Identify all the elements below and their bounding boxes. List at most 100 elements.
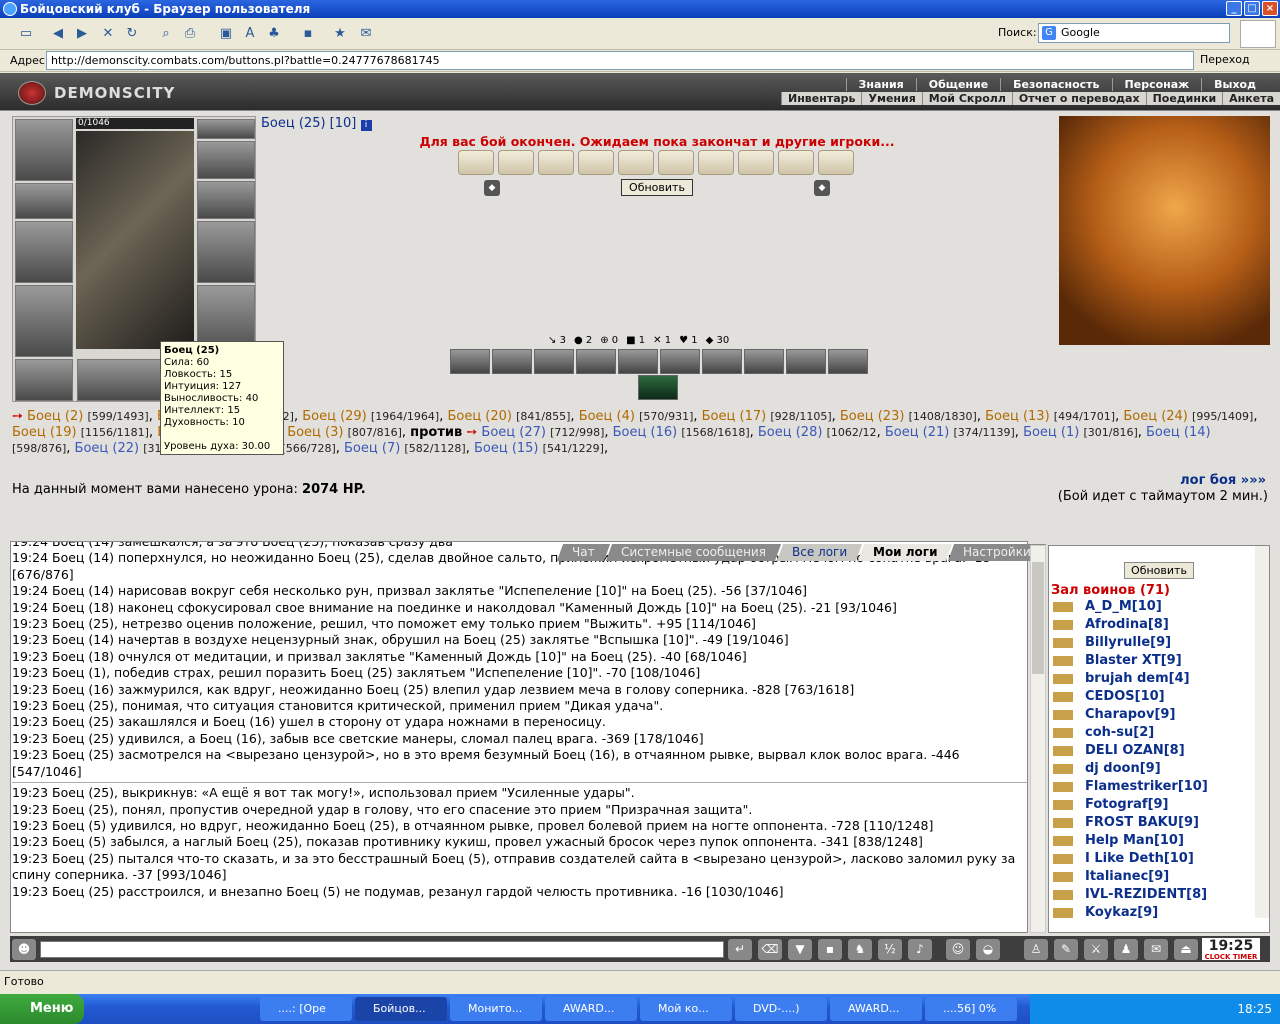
user-item[interactable]: CEDOS[10]	[1049, 688, 1269, 706]
user-item[interactable]: Flamestriker[10]	[1049, 778, 1269, 796]
user-item[interactable]: IVL-REZIDENT[8]	[1049, 886, 1269, 904]
fighter-name[interactable]: Боец (27)	[481, 425, 546, 440]
nav-item[interactable]: Общение	[915, 78, 1000, 91]
save-icon[interactable]: ▪	[298, 24, 318, 44]
skill-button[interactable]	[618, 349, 658, 374]
fighter-name[interactable]: Боец (20)	[447, 409, 512, 424]
user-item[interactable]: Billyrulle[9]	[1049, 634, 1269, 652]
fighter-name[interactable]: Боец (13)	[985, 409, 1050, 424]
group-icon[interactable]: ♟	[1114, 939, 1138, 960]
fighter-name[interactable]: Боец (24)	[1123, 409, 1188, 424]
warrior-icon[interactable]: ⚔	[1084, 939, 1108, 960]
refresh-icon[interactable]: ↻	[122, 24, 142, 44]
user-item[interactable]: A_D_M[10]	[1049, 598, 1269, 616]
scroll-slot[interactable]	[698, 150, 734, 175]
scroll-slot[interactable]	[778, 150, 814, 175]
scroll-slot[interactable]	[618, 150, 654, 175]
nav-item[interactable]: Персонаж	[1111, 78, 1202, 91]
user-item[interactable]: I Like Deth[10]	[1049, 850, 1269, 868]
skill-button[interactable]	[744, 349, 784, 374]
scroll-slot[interactable]	[658, 150, 694, 175]
minimize-button[interactable]: _	[1226, 1, 1242, 16]
scroll-slot[interactable]	[578, 150, 614, 175]
user-item[interactable]: coh-su[2]	[1049, 724, 1269, 742]
close-button[interactable]: ×	[1262, 1, 1278, 16]
fighter-name[interactable]: Боец (21)	[885, 425, 950, 440]
nav-item[interactable]: Выход	[1201, 78, 1268, 91]
scroll-slot[interactable]	[538, 150, 574, 175]
run-icon[interactable]: ♞	[848, 939, 872, 960]
user-item[interactable]: dj doon[9]	[1049, 760, 1269, 778]
belt-slot[interactable]	[15, 359, 73, 401]
earring-slot[interactable]	[197, 119, 255, 139]
skill-button[interactable]	[828, 349, 868, 374]
address-input[interactable]: http://demonscity.combats.com/buttons.pl…	[46, 51, 1194, 70]
image-icon[interactable]: ▣	[216, 24, 236, 44]
user-item[interactable]: brujah dem[4]	[1049, 670, 1269, 688]
fighter-name[interactable]: Боец (23)	[840, 409, 905, 424]
info-icon[interactable]: i	[360, 120, 372, 131]
clear-icon[interactable]: ⌫	[758, 939, 782, 960]
fighter-name[interactable]: Боец (19)	[12, 425, 77, 440]
fighter-name[interactable]: Боец (2)	[27, 409, 83, 424]
star-icon[interactable]: ★	[330, 24, 350, 44]
user-item[interactable]: DELI OZAN[8]	[1049, 742, 1269, 760]
scroll-thumb[interactable]	[1032, 562, 1044, 674]
subnav-item[interactable]: Мой Скролл	[921, 92, 1012, 105]
font-icon[interactable]: A	[240, 24, 260, 44]
subnav-item[interactable]: Инвентарь	[781, 92, 861, 105]
skill-button[interactable]	[492, 349, 532, 374]
task-button[interactable]: Мой ко...	[640, 997, 732, 1021]
search-engine-select[interactable]: G Google	[1038, 23, 1230, 43]
task-button[interactable]: DVD-....)	[735, 997, 827, 1021]
scroll-slot[interactable]	[818, 150, 854, 175]
smile-icon[interactable]: ☻	[12, 939, 36, 960]
user-item[interactable]: Blaster XT[9]	[1049, 652, 1269, 670]
fighter-name[interactable]: Боец (4)	[579, 409, 635, 424]
search-icon[interactable]: ⌕	[156, 24, 176, 44]
skill-button[interactable]	[450, 349, 490, 374]
bottle-icon[interactable]: ♙	[1024, 939, 1048, 960]
fighter-name[interactable]: Боец (17)	[702, 409, 767, 424]
skill-button[interactable]	[660, 349, 700, 374]
scroll-icon[interactable]: ✎	[1054, 939, 1078, 960]
print-icon[interactable]: ⎙	[180, 24, 200, 44]
exit-icon[interactable]: ⏏	[1174, 939, 1198, 960]
start-button[interactable]: Меню	[0, 994, 84, 1024]
fighter-name[interactable]: Боец (3)	[287, 425, 343, 440]
nav-item[interactable]: Безопасность	[1000, 78, 1111, 91]
maximize-button[interactable]: □	[1244, 1, 1260, 16]
active-skill-button[interactable]	[638, 375, 678, 400]
subnav-item[interactable]: Анкета	[1222, 92, 1280, 105]
mail-icon[interactable]: ✉	[356, 24, 376, 44]
task-button[interactable]: AWARD...	[830, 997, 922, 1021]
fighter-name[interactable]: Боец (29)	[302, 409, 367, 424]
emoticon-icon[interactable]: ☺	[946, 939, 970, 960]
scroll-slot[interactable]	[458, 150, 494, 175]
subnav-item[interactable]: Отчет о переводах	[1011, 92, 1146, 105]
subnav-item[interactable]: Умения	[861, 92, 921, 105]
back-icon[interactable]: ◀	[48, 24, 68, 44]
nav-item[interactable]: Знания	[845, 78, 916, 91]
translate-icon[interactable]: ½	[878, 939, 902, 960]
offhand-slot[interactable]	[197, 221, 255, 283]
save-chat-icon[interactable]: ▪	[818, 939, 842, 960]
refresh-battle-button[interactable]: Обновить	[621, 179, 693, 196]
gloves-slot[interactable]	[197, 181, 255, 219]
task-button[interactable]: Монито...	[450, 997, 542, 1021]
skill-button[interactable]	[702, 349, 742, 374]
tree-icon[interactable]: ♣	[264, 24, 284, 44]
user-item[interactable]: Charapov[9]	[1049, 706, 1269, 724]
battle-log-link[interactable]: лог боя »»»	[1180, 473, 1266, 488]
enter-icon[interactable]: ↵	[728, 939, 752, 960]
message-icon[interactable]: ✉	[1144, 939, 1168, 960]
refresh-list-button[interactable]: Обновить	[1124, 562, 1194, 579]
skill-button[interactable]	[786, 349, 826, 374]
go-button[interactable]: Переход	[1200, 53, 1250, 66]
forward-icon[interactable]: ▶	[72, 24, 92, 44]
fighter-name[interactable]: Боец (15)	[474, 441, 539, 456]
stop-icon[interactable]: ✕	[98, 24, 118, 44]
helmet-slot[interactable]	[15, 119, 73, 181]
fighter-name[interactable]: Боец (22)	[75, 441, 140, 456]
chat-tab[interactable]: Мои логи	[857, 544, 953, 561]
